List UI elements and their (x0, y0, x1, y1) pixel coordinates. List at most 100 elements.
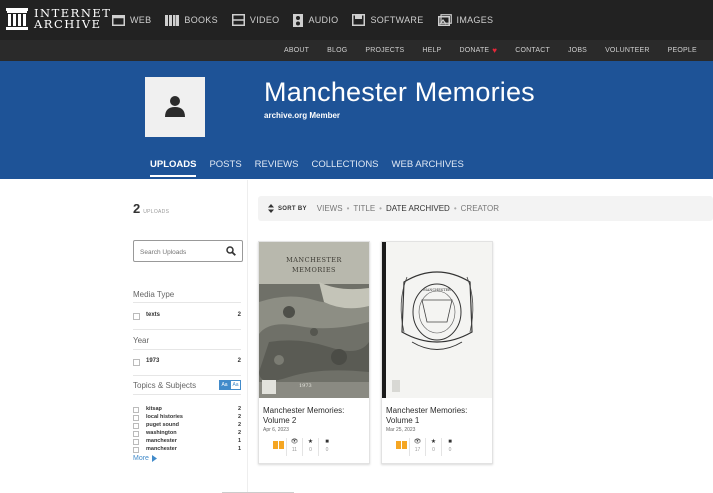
tab-collections[interactable]: COLLECTIONS (311, 159, 378, 177)
reviews-count: 0 (448, 447, 452, 453)
nav-video[interactable]: VIDEO (231, 14, 280, 26)
checkbox[interactable] (133, 359, 140, 366)
nav-audio-label: AUDIO (308, 15, 339, 25)
search-uploads-box (133, 240, 243, 262)
facet-heading-topics: Topics & Subjects (133, 381, 197, 390)
item-thumbnail[interactable]: MANCHESTER (382, 242, 492, 398)
facet-count: 2 (237, 414, 241, 420)
facet-item-subject[interactable]: manchester 1 (133, 438, 241, 446)
sort-bar: SORT BY VIEWS • TITLE • DATE ARCHIVED • … (258, 196, 713, 221)
nav-jobs[interactable]: JOBS (568, 47, 587, 54)
views-stat: 👁 11 (287, 438, 303, 456)
facet-item-subject[interactable]: manchester 1 (133, 446, 241, 454)
facet-label: kitsap (146, 406, 162, 412)
facet-item-subject[interactable]: washington 2 (133, 430, 241, 438)
facet-heading-media-type: Media Type (133, 290, 175, 299)
item-title[interactable]: Manchester Memories: Volume 1 (386, 406, 490, 426)
page-title: Manchester Memories (264, 77, 535, 107)
reviews-stat: ■ 0 (442, 438, 458, 456)
checkbox[interactable] (133, 415, 139, 421)
facet-item-1973[interactable]: 1973 2 (133, 358, 241, 368)
views-count: 11 (291, 447, 298, 453)
archive-temple-icon (6, 8, 28, 30)
nav-images[interactable]: IMAGES (437, 14, 494, 26)
case-toggle-off[interactable]: Aa (230, 380, 241, 390)
facet-label: washington (146, 430, 177, 436)
checkbox[interactable] (133, 313, 140, 320)
nav-help[interactable]: HELP (422, 47, 441, 54)
facet-item-subject[interactable]: puget sound 2 (133, 422, 241, 430)
reviews-count: 0 (325, 447, 329, 453)
facet-count: 1 (237, 446, 241, 452)
facet-label: 1973 (146, 358, 160, 364)
item-thumbnail[interactable]: MANCHESTER MEMORIES 1973 (259, 242, 369, 398)
sort-option-title[interactable]: TITLE (353, 204, 375, 213)
nav-people[interactable]: PEOPLE (668, 47, 697, 54)
favorites-count: 0 (432, 447, 435, 453)
favorites-count: 0 (309, 447, 312, 453)
facet-count: 2 (237, 406, 241, 412)
nav-donate[interactable]: DONATE ♥ (459, 46, 497, 55)
item-stats: 👁 11 ★ 0 ■ 0 (271, 438, 335, 456)
sort-option-views[interactable]: VIEWS (317, 204, 343, 213)
nav-audio[interactable]: AUDIO (293, 13, 339, 27)
facet-label: puget sound (146, 422, 179, 428)
checkbox[interactable] (133, 423, 139, 429)
facet-count: 2 (237, 312, 241, 318)
facet-count: 1 (237, 438, 241, 444)
tab-reviews[interactable]: REVIEWS (255, 159, 299, 177)
nav-blog[interactable]: BLOG (327, 47, 347, 54)
nav-volunteer[interactable]: VOLUNTEER (605, 47, 650, 54)
books-icon (165, 14, 180, 26)
item-date: Mar 25, 2023 (386, 427, 416, 433)
item-tile[interactable]: MANCHESTER Manchester Memories: Volume 1… (381, 241, 493, 464)
facet-count: 2 (237, 358, 241, 364)
checkbox[interactable] (133, 447, 139, 453)
facet-label: texts (146, 312, 161, 318)
avatar (145, 77, 205, 137)
star-icon: ★ (430, 439, 437, 445)
top-navigation-bar: INTERNET ARCHIVE WEB BOOKS VIDEO AUDIO S… (0, 0, 713, 40)
sort-option-date-archived[interactable]: DATE ARCHIVED (386, 204, 450, 213)
facet-item-subject[interactable]: local histories 2 (133, 414, 241, 422)
more-facets-link[interactable]: More (133, 455, 157, 462)
facet-heading-year: Year (133, 336, 150, 345)
checkbox[interactable] (133, 439, 139, 445)
comment-icon: ■ (325, 439, 329, 445)
nav-about[interactable]: ABOUT (284, 47, 309, 54)
nav-software[interactable]: SOFTWARE (352, 14, 423, 26)
case-toggle-on[interactable]: Aa (219, 380, 230, 390)
sort-by-label: SORT BY (278, 205, 307, 212)
nav-books-label: BOOKS (184, 15, 218, 25)
nav-projects[interactable]: PROJECTS (365, 47, 404, 54)
nav-web[interactable]: WEB (112, 14, 151, 26)
internet-archive-logo[interactable]: INTERNET ARCHIVE (6, 7, 111, 30)
sort-icon[interactable] (268, 204, 274, 213)
texts-mediatype-icon (271, 438, 287, 456)
checkbox[interactable] (133, 431, 139, 437)
eye-icon: 👁 (290, 439, 299, 445)
case-toggle[interactable]: Aa Aa (219, 380, 241, 390)
item-title[interactable]: Manchester Memories: Volume 2 (263, 406, 367, 426)
facet-item-subject[interactable]: kitsap 2 (133, 406, 241, 414)
nav-books[interactable]: BOOKS (165, 14, 218, 26)
checkbox[interactable] (133, 407, 139, 413)
eye-icon: 👁 (413, 439, 422, 445)
search-input[interactable] (140, 243, 220, 262)
search-icon[interactable] (226, 246, 236, 256)
facet-label: manchester (146, 446, 177, 452)
item-tile[interactable]: MANCHESTER MEMORIES 1973 Manchester Memo… (258, 241, 370, 464)
nav-contact[interactable]: CONTACT (515, 47, 550, 54)
facet-label: manchester (146, 438, 177, 444)
chevron-right-icon (151, 455, 157, 462)
facet-item-texts[interactable]: texts 2 (133, 312, 241, 322)
tab-posts[interactable]: POSTS (209, 159, 241, 177)
tab-web-archives[interactable]: WEB ARCHIVES (392, 159, 464, 177)
sort-option-creator[interactable]: CREATOR (461, 204, 499, 213)
star-icon: ★ (307, 439, 314, 445)
upload-count-label: UPLOADS (143, 209, 170, 215)
video-icon (231, 14, 245, 26)
heart-icon: ♥ (492, 46, 498, 55)
tab-uploads[interactable]: UPLOADS (150, 159, 197, 177)
separator-dot: • (453, 204, 457, 213)
